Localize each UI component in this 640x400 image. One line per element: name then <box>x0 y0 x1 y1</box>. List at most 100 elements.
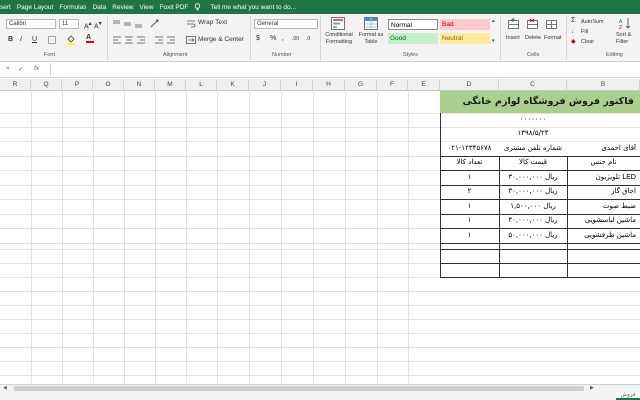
insert-cells-icon[interactable] <box>508 18 520 30</box>
merge-center-icon[interactable] <box>186 36 196 44</box>
increase-decimal-button[interactable]: .00 <box>292 35 299 43</box>
enter-icon[interactable]: ✓ <box>18 65 23 73</box>
item-price[interactable]: ۵۰,۰۰۰,۰۰۰ ریال <box>499 231 567 242</box>
font-color-icon[interactable]: A <box>86 34 94 43</box>
tab-foxit-pdf[interactable]: Foxit PDF <box>159 4 188 11</box>
formula-input[interactable] <box>50 63 640 76</box>
style-bad[interactable]: Bad <box>440 19 490 30</box>
item-name[interactable]: اجاق گاز <box>567 187 640 198</box>
tell-me-box[interactable]: Tell me what you want to do... <box>194 3 296 11</box>
header-item-name[interactable]: نام جنس <box>567 158 640 169</box>
currency-button[interactable]: $ <box>256 35 260 43</box>
column-header-c[interactable]: C <box>499 79 567 91</box>
column-header-g[interactable]: G <box>345 79 377 91</box>
italic-button[interactable]: I <box>20 36 22 44</box>
item-price[interactable]: ۳۰,۰۰۰,۰۰۰ ریال <box>499 187 567 198</box>
clear-icon[interactable]: ◆ <box>571 38 576 46</box>
column-header-l[interactable]: L <box>186 79 217 91</box>
insert-button[interactable]: Insert <box>506 34 520 42</box>
tab-view[interactable]: View <box>140 4 154 11</box>
tab-review[interactable]: Review <box>112 4 133 11</box>
column-header-r[interactable]: R <box>0 79 31 91</box>
tab-data[interactable]: Data <box>92 4 106 11</box>
shrink-font-icon[interactable]: A▾ <box>94 20 102 31</box>
vertical-align-icons[interactable] <box>112 20 144 28</box>
column-header-k[interactable]: K <box>217 79 249 91</box>
item-qty[interactable]: ۱ <box>440 231 499 242</box>
style-good[interactable]: Good <box>388 33 438 44</box>
column-header-h[interactable]: H <box>313 79 345 91</box>
item-price[interactable]: ۱,۵۰۰,۰۰۰ ریال <box>499 202 567 213</box>
column-header-i[interactable]: I <box>281 79 313 91</box>
tab-page-layout[interactable]: Page Layout <box>17 4 54 11</box>
format-cells-icon[interactable] <box>546 18 558 30</box>
item-qty[interactable]: ۱ <box>440 202 499 213</box>
column-header-e[interactable]: E <box>408 79 440 91</box>
wrap-text-icon[interactable] <box>186 20 196 28</box>
item-name[interactable]: تلویزیون LED <box>567 173 640 184</box>
fx-icon[interactable]: fx <box>34 65 39 72</box>
conditional-formatting-button[interactable]: Conditional Formatting <box>322 32 356 45</box>
format-button[interactable]: Format <box>544 34 561 42</box>
font-name-combo[interactable]: Calibri <box>6 19 56 29</box>
column-header-o[interactable]: O <box>93 79 124 91</box>
item-qty[interactable]: ۱ <box>440 216 499 227</box>
percent-button[interactable]: % <box>270 35 276 43</box>
item-qty[interactable]: ۱ <box>440 173 499 184</box>
fill-icon[interactable]: ↓ <box>571 28 574 36</box>
number-format-combo[interactable]: General <box>254 19 318 29</box>
item-price[interactable]: ۳۰,۰۰۰,۰۰۰ ریال <box>499 173 567 184</box>
scroll-thumb[interactable] <box>14 386 584 391</box>
autosum-button[interactable]: AutoSum <box>581 18 604 26</box>
grow-font-icon[interactable]: A▴ <box>84 20 92 31</box>
bold-button[interactable]: B <box>8 36 13 44</box>
format-as-table-button[interactable]: Format as Table <box>357 32 385 45</box>
delete-cells-icon[interactable] <box>527 18 539 30</box>
tab-formulas[interactable]: Formulas <box>59 4 86 11</box>
sort-filter-button[interactable]: Sort & Filter <box>616 32 631 45</box>
orientation-icon[interactable] <box>150 19 160 28</box>
sheet-tab-sales[interactable]: فروش <box>616 392 640 400</box>
scroll-right-icon[interactable]: ▶ <box>590 385 594 391</box>
font-size-combo[interactable]: 11 <box>59 19 79 29</box>
scroll-left-icon[interactable]: ◀ <box>3 385 7 391</box>
column-header-p[interactable]: P <box>62 79 93 91</box>
tab-insert[interactable]: sert <box>0 4 11 11</box>
phone-value[interactable]: ۰۲۱-۱۲۳۴۵۶۷۸ <box>440 144 499 155</box>
comma-button[interactable]: ‚ <box>282 35 284 43</box>
cancel-icon[interactable]: × <box>6 65 10 72</box>
sheet-grid[interactable]: فاکتور فروش فروشگاه لوازم خانگی ۰۰۰۰۰۰۰ … <box>0 91 640 383</box>
header-item-qty[interactable]: تعداد کالا <box>440 158 499 169</box>
header-item-price[interactable]: قیمت کالا <box>499 158 567 169</box>
column-header-f[interactable]: F <box>377 79 408 91</box>
item-name[interactable]: ماشین ظرفشویی <box>567 231 640 242</box>
clear-button[interactable]: Clear <box>581 38 594 46</box>
conditional-formatting-icon[interactable] <box>331 17 345 30</box>
horizontal-align-icons[interactable] <box>112 36 178 44</box>
fill-button[interactable]: Fill <box>581 28 588 36</box>
column-header-j[interactable]: J <box>249 79 281 91</box>
customer-name[interactable]: آقای احمدی <box>567 144 640 155</box>
invoice-title[interactable]: فاکتور فروش فروشگاه لوازم خانگی <box>440 91 640 113</box>
delete-button[interactable]: Delete <box>525 34 541 42</box>
styles-more-icon[interactable]: ▾ <box>492 37 495 45</box>
item-name[interactable]: ماشین لباسشویی <box>567 216 640 227</box>
underline-button[interactable]: U <box>32 36 37 44</box>
column-header-d[interactable]: D <box>440 79 499 91</box>
fill-color-icon[interactable] <box>66 35 76 45</box>
item-name[interactable]: ضبط صوت <box>567 202 640 213</box>
invoice-date[interactable]: ۱۳۹۸/۵/۲۴ <box>499 129 567 140</box>
style-normal[interactable]: Normal <box>388 19 438 30</box>
sort-filter-icon[interactable]: AZ <box>619 17 633 30</box>
column-header-q[interactable]: Q <box>31 79 62 91</box>
item-qty[interactable]: ۲ <box>440 187 499 198</box>
phone-label[interactable]: شماره تلفن مشتری <box>499 144 567 155</box>
horizontal-scrollbar[interactable]: ◀ ▶ <box>0 384 640 392</box>
styles-scroll-up-icon[interactable]: ▴ <box>492 17 495 25</box>
item-price[interactable]: ۴۰,۰۰۰,۰۰۰ ریال <box>499 216 567 227</box>
autosum-icon[interactable]: Σ <box>571 17 575 25</box>
format-as-table-icon[interactable] <box>364 17 378 30</box>
merge-center-button[interactable]: Merge & Center <box>198 36 244 44</box>
column-header-m[interactable]: M <box>155 79 186 91</box>
column-header-b[interactable]: B <box>567 79 640 91</box>
